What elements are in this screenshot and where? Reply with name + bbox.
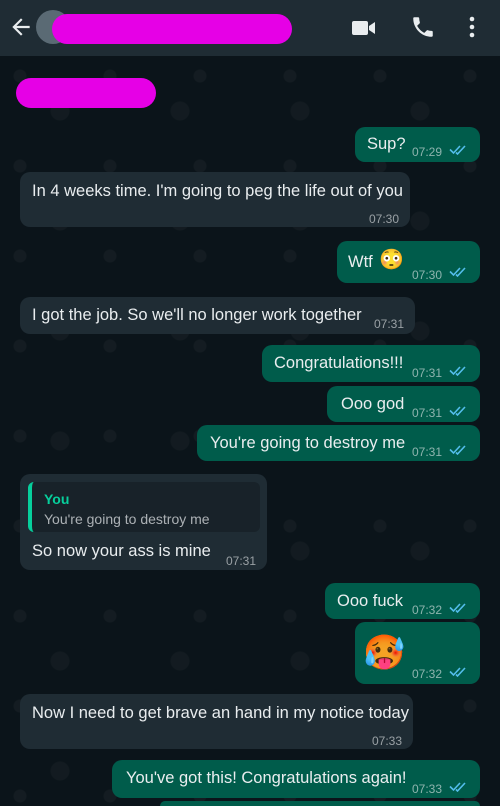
message-text: Ooo god (341, 395, 405, 413)
read-receipt-icon (449, 667, 466, 677)
outgoing-message[interactable]: Sup? 07:29 (355, 127, 480, 162)
message-text: Sup? (367, 135, 406, 153)
message-text: You're going to destroy me (210, 434, 406, 452)
message-text: I got the job. So we'll no longer work t… (32, 306, 362, 324)
message-time: 07:31 (412, 366, 443, 380)
read-receipt-icon (449, 603, 466, 613)
outgoing-message[interactable]: Wtf 😳 07:30 (337, 241, 480, 283)
outgoing-message[interactable]: Congratulations!!! 07:31 (262, 345, 480, 382)
message-time: 07:30 (369, 212, 400, 226)
back-arrow-icon[interactable] (8, 14, 34, 40)
message-time: 07:33 (412, 782, 443, 796)
message-time: 07:30 (412, 268, 443, 282)
quoted-text: You're going to destroy me (44, 511, 210, 527)
message-time: 07:31 (226, 554, 257, 568)
phone-icon[interactable] (410, 14, 436, 40)
video-call-icon[interactable] (350, 16, 378, 40)
message-time: 07:31 (412, 406, 443, 420)
chat-header (0, 0, 500, 56)
message-time: 07:31 (412, 445, 443, 459)
quoted-message[interactable]: You You're going to destroy me (28, 482, 260, 532)
incoming-reply-message[interactable]: You You're going to destroy me So now yo… (20, 474, 267, 570)
message-time: 07:32 (412, 667, 443, 681)
message-time: 07:31 (374, 317, 405, 331)
message-text: In 4 weeks time. I'm going to peg the li… (32, 182, 403, 200)
message-text: You've got this! Congratulations again! (126, 769, 407, 787)
read-receipt-icon (449, 445, 466, 455)
message-text: So now your ass is mine (32, 542, 211, 560)
flushed-face-emoji: 😳 (379, 249, 404, 271)
message-text: Wtf (348, 253, 373, 271)
message-time: 07:33 (372, 734, 403, 748)
message-text: Congratulations!!! (274, 354, 404, 372)
read-receipt-icon (449, 782, 466, 792)
incoming-message[interactable]: I got the job. So we'll no longer work t… (20, 297, 415, 334)
message-time: 07:32 (412, 603, 443, 617)
hot-face-emoji: 🥵 (363, 634, 406, 672)
more-options-icon[interactable] (462, 14, 482, 40)
incoming-message[interactable]: Now I need to get brave an hand in my no… (20, 694, 413, 749)
read-receipt-icon (449, 145, 466, 155)
outgoing-message[interactable]: Ooo fuck 07:32 (325, 583, 480, 619)
read-receipt-icon (449, 406, 466, 416)
redacted-date-banner (16, 78, 156, 108)
incoming-message[interactable]: In 4 weeks time. I'm going to peg the li… (20, 172, 410, 227)
outgoing-message[interactable]: You've got this! Congratulations again! … (112, 760, 480, 798)
message-text: Now I need to get brave an hand in my no… (32, 704, 409, 722)
outgoing-message[interactable]: Ooo god 07:31 (327, 386, 480, 422)
quoted-author: You (44, 491, 70, 507)
outgoing-message[interactable]: You're going to destroy me 07:31 (197, 425, 480, 461)
message-text: Ooo fuck (337, 592, 404, 610)
read-receipt-icon (449, 366, 466, 376)
outgoing-emoji-message[interactable]: 🥵 07:32 (355, 622, 480, 684)
redacted-contact-name (52, 14, 292, 44)
message-time: 07:29 (412, 145, 443, 159)
read-receipt-icon (449, 267, 466, 277)
outgoing-message-partial[interactable] (160, 801, 480, 806)
